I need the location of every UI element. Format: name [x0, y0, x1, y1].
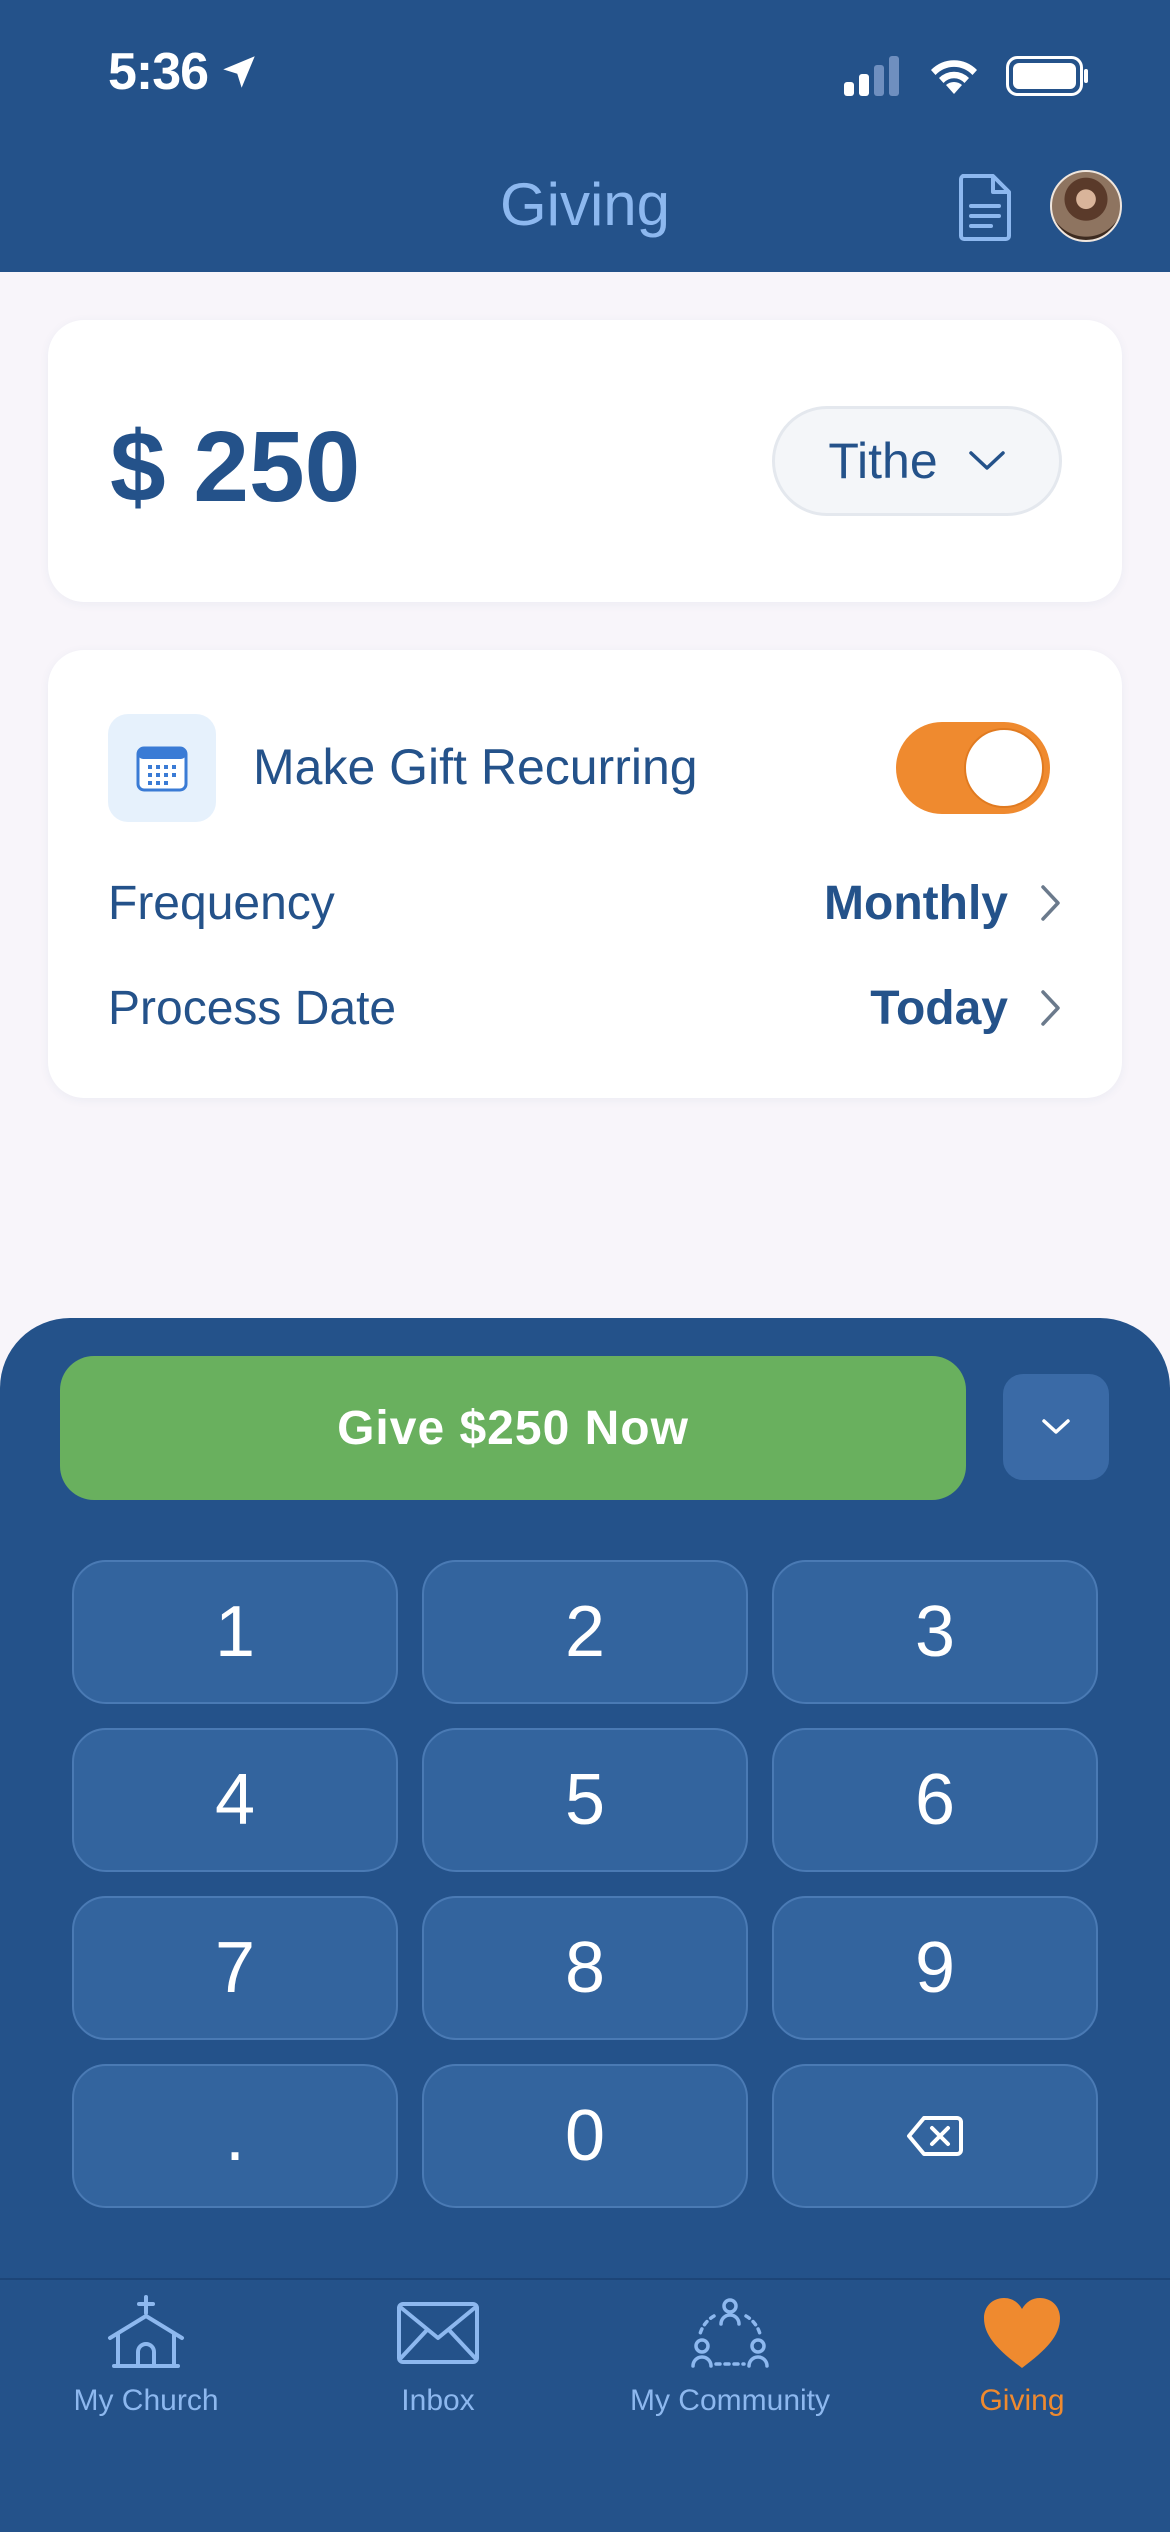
profile-avatar[interactable]: [1050, 170, 1122, 242]
key-0[interactable]: 0: [422, 2064, 748, 2208]
tab-label-inbox: Inbox: [401, 2384, 475, 2417]
church-icon: [108, 2295, 184, 2368]
battery-icon: [1006, 56, 1088, 96]
heart-icon: [984, 2298, 1060, 2368]
key-1[interactable]: 1: [72, 1560, 398, 1704]
key-6[interactable]: 6: [772, 1728, 1098, 1872]
tab-bar: My Church Inbox My Community Giving: [0, 2278, 1170, 2532]
amount-card: $ 250 Tithe: [48, 320, 1122, 602]
status-bar-indicators: [844, 56, 1090, 96]
chevron-down-icon: [968, 451, 1005, 470]
backspace-icon: [907, 2116, 963, 2156]
frequency-row[interactable]: Frequency Monthly: [108, 868, 1062, 938]
status-time-text: 5:36: [108, 43, 209, 101]
document-icon: [959, 174, 1011, 241]
statements-button[interactable]: [955, 172, 1015, 242]
recurring-label: Make Gift Recurring: [253, 739, 698, 795]
toggle-knob: [964, 728, 1044, 808]
status-bar-time: 5:36: [108, 42, 260, 102]
key-5[interactable]: 5: [422, 1728, 748, 1872]
frequency-label: Frequency: [108, 876, 335, 930]
key-7[interactable]: 7: [72, 1896, 398, 2040]
wifi-icon: [931, 60, 977, 94]
chevron-right-icon: [1041, 885, 1060, 921]
tab-label-my-church: My Church: [73, 2384, 219, 2417]
tab-my-church[interactable]: My Church: [0, 2294, 292, 2418]
recurring-toggle[interactable]: [896, 722, 1050, 814]
collapse-keypad-button[interactable]: [1003, 1374, 1109, 1480]
gift-amount: $ 250: [110, 410, 360, 525]
key-2[interactable]: 2: [422, 1560, 748, 1704]
key-decimal[interactable]: .: [72, 2064, 398, 2208]
fund-dropdown-label: Tithe: [828, 433, 938, 489]
location-arrow-icon: [223, 56, 255, 88]
envelope-icon: [397, 2302, 479, 2364]
frequency-value: Monthly: [824, 876, 1008, 930]
app-header: 5:36 Giving: [0, 0, 1170, 272]
process-date-row[interactable]: Process Date Today: [108, 973, 1062, 1043]
key-4[interactable]: 4: [72, 1728, 398, 1872]
tab-label-giving: Giving: [979, 2384, 1065, 2417]
process-date-value: Today: [870, 981, 1008, 1035]
tab-giving[interactable]: Giving: [876, 2294, 1168, 2418]
key-9[interactable]: 9: [772, 1896, 1098, 2040]
recurring-card: Make Gift Recurring Frequency Monthly Pr…: [48, 650, 1122, 1098]
community-icon: [691, 2298, 769, 2368]
tab-my-community[interactable]: My Community: [584, 2294, 876, 2418]
calendar-icon-badge: [108, 714, 216, 822]
cellular-signal-icon: [844, 56, 899, 96]
key-8[interactable]: 8: [422, 1896, 748, 2040]
key-backspace[interactable]: [772, 2064, 1098, 2208]
currency-symbol: $: [110, 411, 166, 523]
chevron-down-icon: [1042, 1419, 1070, 1434]
fund-dropdown[interactable]: Tithe: [772, 406, 1062, 516]
tab-label-my-community: My Community: [629, 2384, 831, 2417]
key-3[interactable]: 3: [772, 1560, 1098, 1704]
calendar-icon: [136, 746, 188, 792]
process-date-label: Process Date: [108, 981, 397, 1035]
chevron-right-icon: [1041, 990, 1060, 1026]
give-now-button[interactable]: Give $250 Now: [60, 1356, 966, 1500]
tab-inbox[interactable]: Inbox: [292, 2294, 584, 2418]
amount-value: 250: [193, 411, 361, 523]
